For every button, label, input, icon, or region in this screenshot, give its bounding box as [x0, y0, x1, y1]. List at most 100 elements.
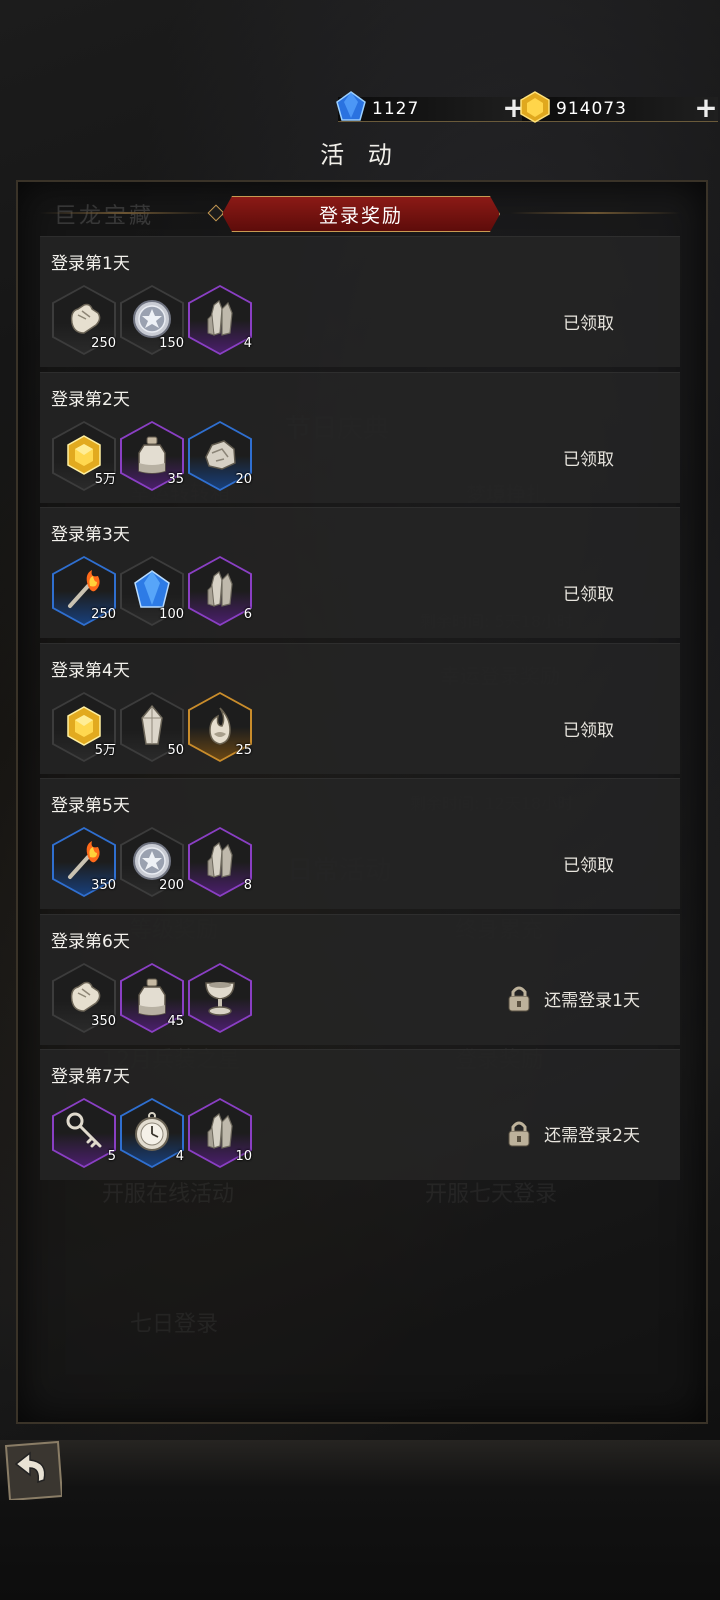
login-day-card: 登录第2天 5万 35 20 已领取 — [40, 372, 680, 503]
login-day-card: 登录第1天 250 150 4 已领取 — [40, 236, 680, 367]
crystal-icon — [207, 571, 233, 607]
add-gold-gem-button[interactable]: + — [694, 94, 718, 122]
reward-item[interactable]: 5万 — [52, 692, 116, 762]
reward-item[interactable]: 4 — [188, 285, 252, 355]
reward-item[interactable]: 35 — [120, 421, 184, 491]
reward-item[interactable]: 350 — [52, 827, 116, 897]
item-quantity: 4 — [243, 336, 252, 351]
locked-status-text: 还需登录2天 — [544, 1125, 640, 1146]
reward-item[interactable]: 10 — [188, 1098, 252, 1168]
item-quantity: 250 — [91, 607, 116, 622]
tab-ornament-left — [207, 204, 225, 222]
reward-items: 350 200 8 — [52, 827, 252, 897]
locked-status: 还需登录2天 — [506, 1118, 640, 1148]
potion-bottle-icon — [138, 436, 166, 474]
item-quantity: 350 — [91, 1014, 116, 1029]
page-title: 活 动 — [320, 141, 400, 169]
crystal-icon — [207, 300, 233, 336]
tab-login-reward[interactable]: 登录奖励 — [222, 196, 500, 232]
locked-status: 还需登录1天 — [506, 983, 640, 1013]
claimed-status: 已领取 — [563, 856, 614, 876]
blue-gem-icon — [134, 570, 170, 608]
login-day-card: 登录第6天 350 45 还需登录1天 — [40, 914, 680, 1045]
login-day-card: 登录第3天 250 100 6 已领取 — [40, 507, 680, 638]
reward-item[interactable]: 150 — [120, 285, 184, 355]
bottom-frame — [0, 1440, 720, 1600]
gold-gem-icon — [520, 91, 550, 123]
item-quantity: 5万 — [94, 472, 116, 487]
torch-icon — [68, 841, 100, 879]
reward-item[interactable]: 25 — [188, 692, 252, 762]
reward-item[interactable]: 20 — [188, 421, 252, 491]
reward-items: 5万 35 20 — [52, 421, 252, 491]
claimed-status: 已领取 — [563, 721, 614, 741]
item-quantity: 20 — [235, 472, 252, 487]
tab-divider-left — [40, 212, 210, 214]
silver-coin-icon — [133, 842, 171, 880]
day-label: 登录第3天 — [51, 525, 130, 545]
reward-item[interactable]: 250 — [52, 556, 116, 626]
item-quantity: 200 — [159, 878, 184, 893]
day-label: 登录第2天 — [51, 390, 130, 410]
day-label: 登录第4天 — [51, 661, 130, 681]
crystal-icon — [207, 842, 233, 878]
shard-icon — [141, 704, 163, 745]
lock-icon — [508, 1121, 530, 1147]
silver-coin-icon — [133, 300, 171, 338]
login-day-card: 登录第5天 350 200 8 已领取 — [40, 778, 680, 909]
reward-item[interactable]: 200 — [120, 827, 184, 897]
item-quantity: 100 — [159, 607, 184, 622]
reward-item[interactable]: 5 — [52, 1098, 116, 1168]
day-label: 登录第7天 — [51, 1067, 130, 1087]
potion-bottle-icon — [138, 978, 166, 1016]
reward-item[interactable]: 250 — [52, 285, 116, 355]
reward-items: 250 150 4 — [52, 285, 252, 355]
item-quantity: 6 — [243, 607, 252, 622]
lock-icon — [508, 986, 530, 1012]
item-quantity: 35 — [167, 472, 184, 487]
item-quantity: 10 — [235, 1149, 252, 1164]
glove-icon — [70, 303, 101, 334]
blue-gem-counter: 1127 + — [336, 91, 526, 122]
tab-divider-right — [510, 212, 680, 214]
reward-items: 5万 50 25 — [52, 692, 252, 762]
key-icon — [66, 1112, 102, 1148]
reward-item[interactable]: 350 — [52, 963, 116, 1033]
glove-icon — [70, 981, 101, 1012]
item-quantity: 50 — [167, 743, 184, 758]
day-label: 登录第1天 — [51, 254, 130, 274]
locked-status-text: 还需登录1天 — [544, 990, 640, 1011]
reward-item[interactable]: 100 — [120, 556, 184, 626]
reward-items: 5 4 10 — [52, 1098, 252, 1168]
item-quantity: 4 — [175, 1149, 184, 1164]
login-day-card: 登录第7天 5 4 10 还需登录2天 — [40, 1049, 680, 1180]
reward-item[interactable]: 45 — [120, 963, 184, 1033]
item-quantity: 250 — [91, 336, 116, 351]
item-quantity: 150 — [159, 336, 184, 351]
reward-item[interactable]: 5万 — [52, 421, 116, 491]
chalice-icon — [205, 982, 235, 1016]
reward-item[interactable]: 6 — [188, 556, 252, 626]
pocket-watch-icon — [135, 1112, 169, 1151]
claimed-status: 已领取 — [563, 450, 614, 470]
reward-item[interactable]: 8 — [188, 827, 252, 897]
item-quantity: 350 — [91, 878, 116, 893]
ore-stone-icon — [205, 440, 236, 470]
reward-item[interactable]: 50 — [120, 692, 184, 762]
tab-bar: 巨龙宝藏 登录奖励 — [0, 196, 720, 230]
claimed-status: 已领取 — [563, 585, 614, 605]
back-button[interactable] — [2, 1440, 62, 1500]
tab-dragon-treasure[interactable]: 巨龙宝藏 — [54, 198, 154, 230]
gold-gem-counter: 914073 + — [520, 91, 718, 123]
reward-item[interactable]: 4 — [120, 1098, 184, 1168]
item-quantity: 5万 — [94, 743, 116, 758]
item-quantity: 8 — [243, 878, 252, 893]
reward-items: 350 45 — [52, 963, 252, 1033]
reward-item[interactable] — [188, 963, 252, 1033]
item-quantity: 25 — [235, 743, 252, 758]
item-quantity: 5 — [107, 1149, 116, 1164]
crystal-icon — [207, 1113, 233, 1149]
login-day-card: 登录第4天 5万 50 25 已领取 — [40, 643, 680, 774]
torch-icon — [68, 570, 100, 608]
flame-essence-icon — [209, 707, 231, 745]
